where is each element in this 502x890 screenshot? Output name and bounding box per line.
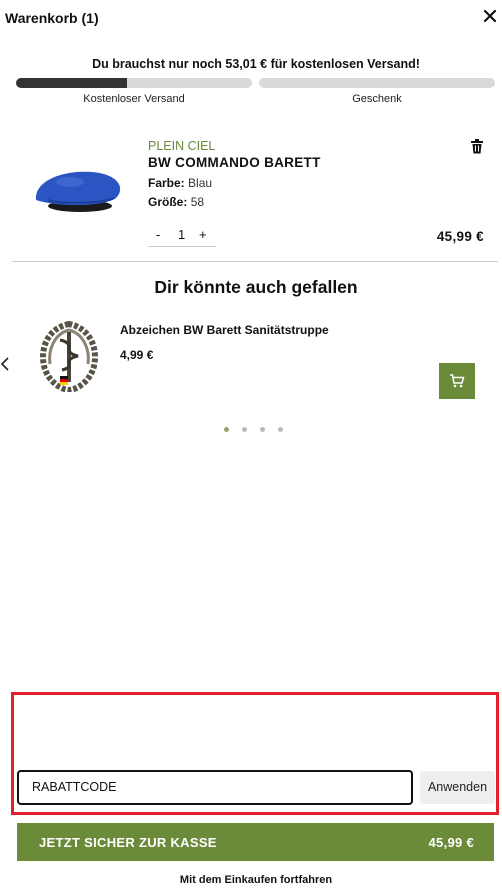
recommendations-title: Dir könnte auch gefallen xyxy=(154,277,358,297)
qty-decrease-button[interactable]: - xyxy=(156,227,160,242)
qty-value[interactable]: 1 xyxy=(178,227,185,242)
coupon-input[interactable]: RABATTCODE xyxy=(17,770,413,805)
carousel-dots xyxy=(224,427,288,435)
checkout-button[interactable]: JETZT SICHER ZUR KASSE 45,99 € xyxy=(17,823,494,861)
size-label: Größe: xyxy=(148,195,188,209)
milestone-free-shipping: Kostenloser Versand xyxy=(83,93,185,105)
product-brand[interactable]: PLEIN CIEL xyxy=(148,139,215,153)
milestone-gift: Geschenk xyxy=(352,93,402,105)
add-to-cart-button[interactable] xyxy=(439,363,475,399)
color-label: Farbe: xyxy=(148,176,185,190)
shipping-progress-bar xyxy=(16,78,252,88)
carousel-dot[interactable] xyxy=(260,427,265,432)
quantity-stepper: - 1 + xyxy=(148,225,216,247)
cart-header: Warenkorb (1) xyxy=(0,0,502,36)
recommendation-name[interactable]: Abzeichen BW Barett Sanitätstruppe xyxy=(120,323,329,337)
recommendation-image[interactable] xyxy=(36,320,102,394)
continue-shopping-link[interactable]: Mit dem Einkaufen fortfahren xyxy=(0,874,502,886)
gift-progress-bar xyxy=(259,78,495,88)
carousel-dot[interactable] xyxy=(224,427,229,432)
divider xyxy=(12,261,498,262)
apply-coupon-button[interactable]: Anwenden xyxy=(420,771,495,804)
recommendation-price: 4,99 € xyxy=(120,348,154,362)
checkout-total: 45,99 € xyxy=(428,835,474,850)
trash-icon[interactable] xyxy=(470,139,484,154)
cart-icon xyxy=(450,374,465,388)
checkout-label: JETZT SICHER ZUR KASSE xyxy=(39,835,217,850)
qty-increase-button[interactable]: + xyxy=(199,227,207,242)
item-price: 45,99 € xyxy=(436,229,484,244)
carousel-dot[interactable] xyxy=(242,427,247,432)
close-icon[interactable] xyxy=(482,8,498,24)
color-value: Blau xyxy=(188,176,213,190)
product-color: Farbe: Blau xyxy=(148,176,212,190)
shipping-progress-fill xyxy=(16,78,127,88)
shipping-message: Du brauchst nur noch 53,01 € für kostenl… xyxy=(92,57,420,71)
product-image[interactable] xyxy=(30,160,130,220)
product-size: Größe: 58 xyxy=(148,195,204,209)
carousel-dot[interactable] xyxy=(278,427,283,432)
chevron-left-icon[interactable] xyxy=(0,356,10,372)
product-name[interactable]: BW COMMANDO BARETT xyxy=(148,155,321,170)
size-value: 58 xyxy=(190,195,205,209)
cart-title: Warenkorb (1) xyxy=(5,10,99,26)
